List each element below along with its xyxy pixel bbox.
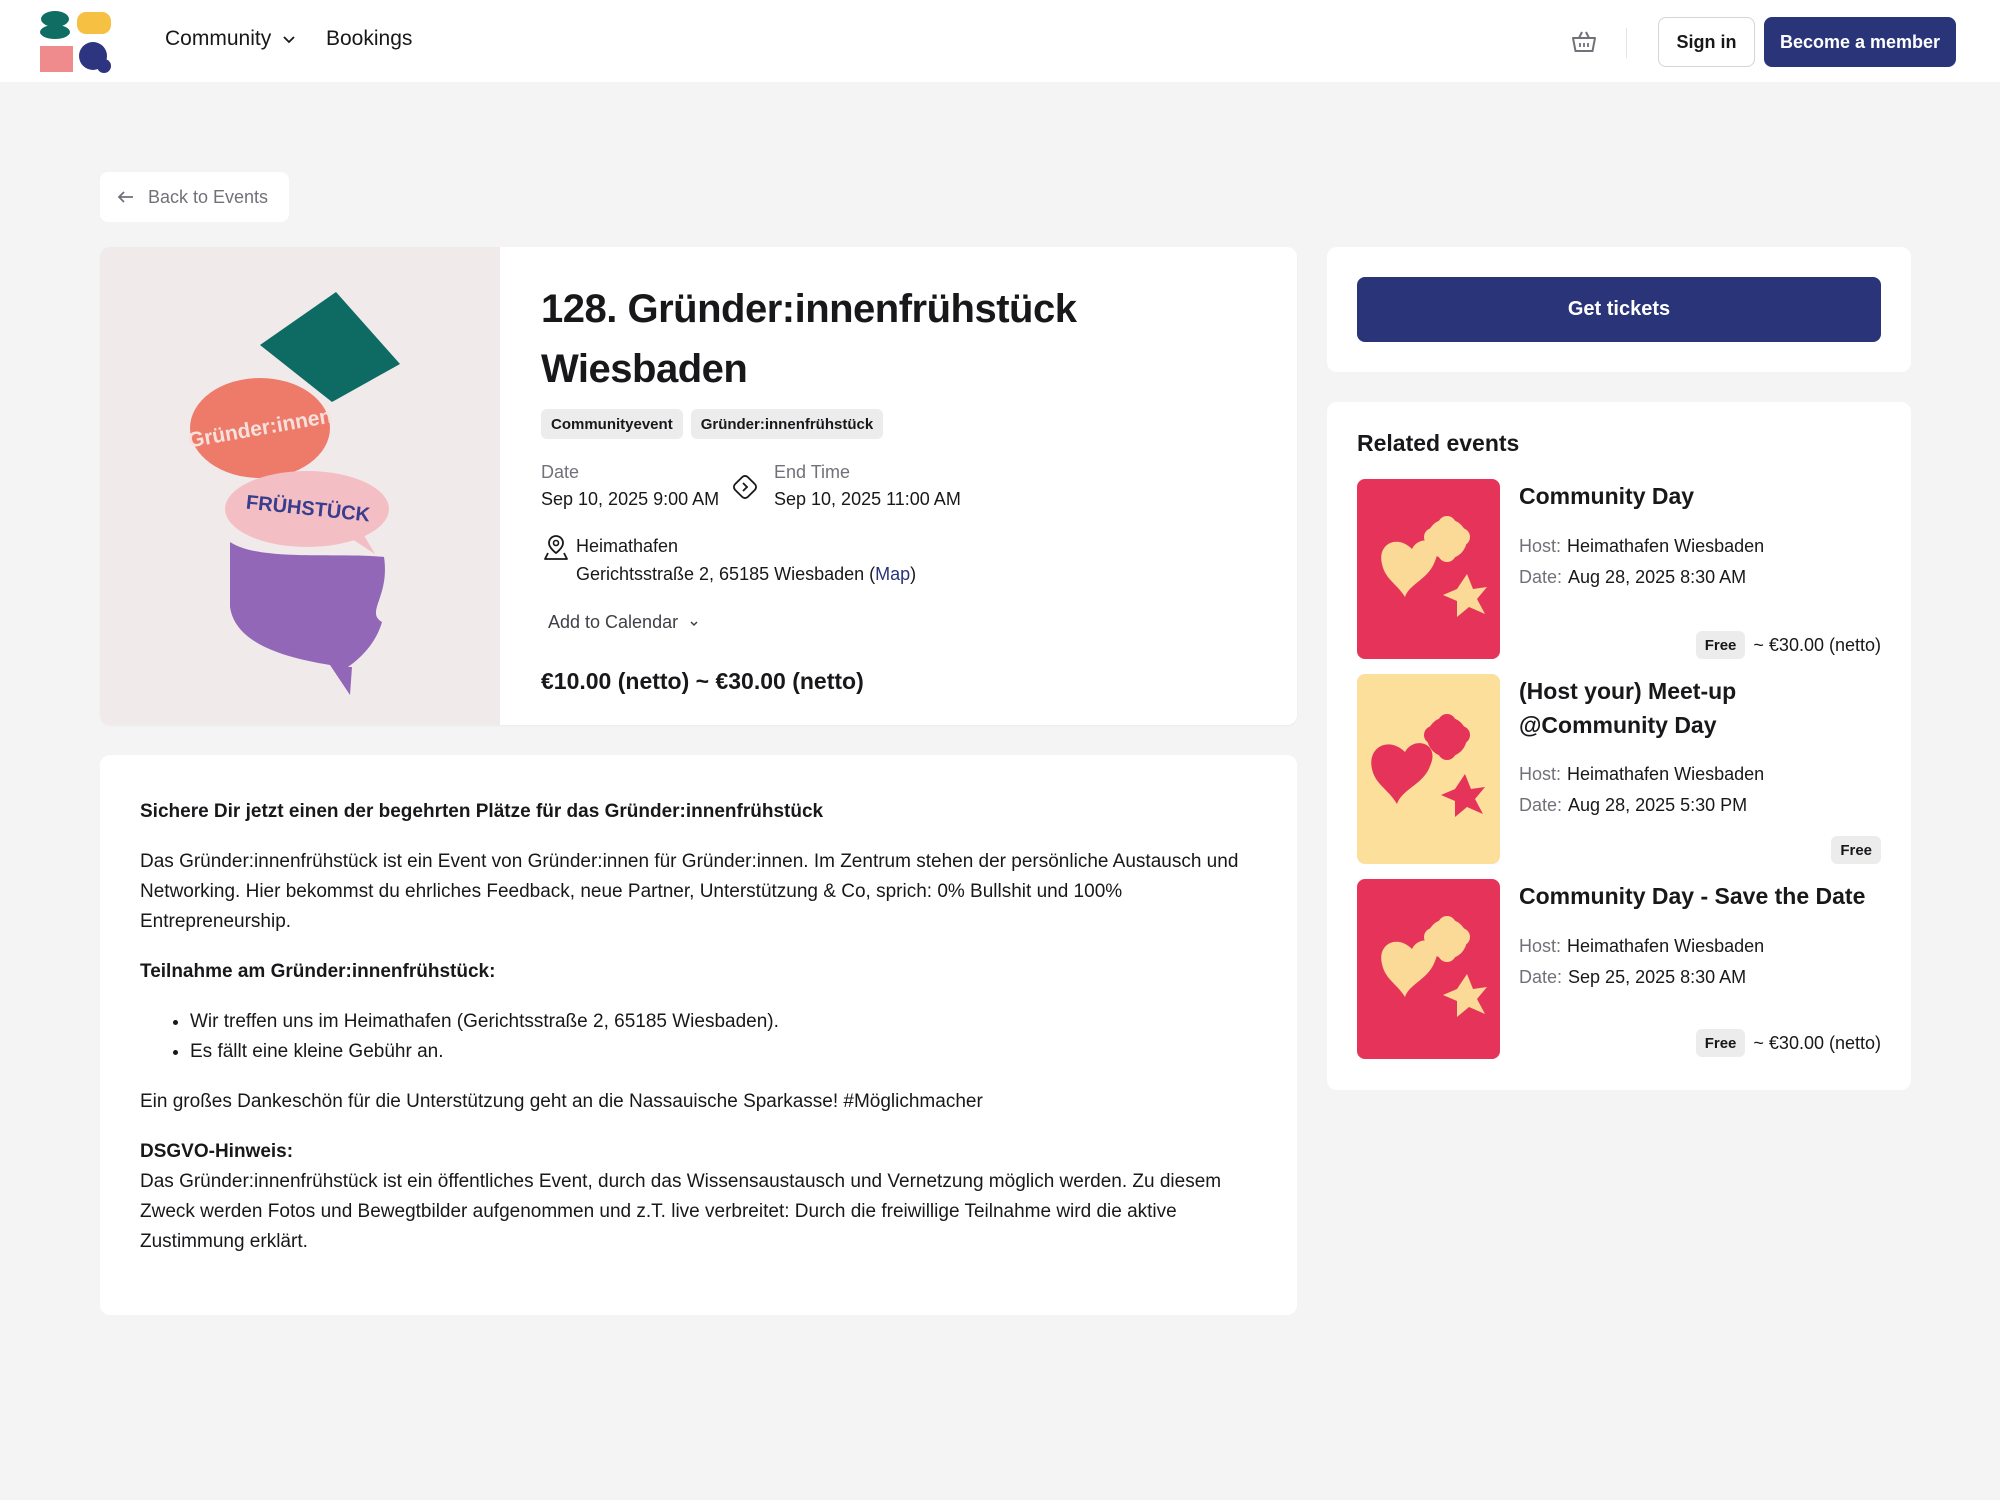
date-key: Date: [1519, 967, 1563, 987]
diamond-arrow-icon [733, 475, 757, 499]
header-divider [1626, 28, 1627, 58]
add-to-calendar-dropdown[interactable]: Add to Calendar [548, 612, 700, 633]
become-member-button[interactable]: Become a member [1764, 17, 1956, 67]
price-value: ~ €30.00 (netto) [1753, 634, 1881, 655]
list-item: Es fällt eine kleine Gebühr an. [190, 1037, 1257, 1067]
free-badge: Free [1831, 836, 1881, 864]
nav-bookings[interactable]: Bookings [326, 27, 412, 51]
related-event-title: (Host your) Meet-up @Community Day [1519, 678, 1737, 738]
end-time-value: Sep 10, 2025 11:00 AM [774, 489, 961, 509]
participation-list: Wir treffen uns im Heimathafen (Gerichts… [190, 1007, 1257, 1067]
location-address: Gerichtsstraße 2, 65185 Wiesbaden (Map) [576, 564, 916, 585]
tag-communityevent[interactable]: Communityevent [541, 409, 683, 439]
free-badge: Free [1695, 631, 1746, 659]
thanks-text: Ein großes Dankeschön für die Unterstütz… [140, 1091, 983, 1112]
list-item: Wir treffen uns im Heimathafen (Gerichts… [190, 1007, 1257, 1037]
event-thumbnail [1357, 674, 1500, 864]
host-value: Heimathafen Wiesbaden [1567, 936, 1765, 956]
chevron-down-icon [283, 36, 295, 44]
nav-community-label: Community [165, 27, 272, 50]
related-events-heading: Related events [1357, 430, 1520, 456]
date-key: Date: [1519, 795, 1563, 815]
description-intro: Das Gründer:innenfrühstück ist ein Event… [140, 851, 1239, 932]
related-events: Related events Community Day Host: Heimat… [1327, 402, 1911, 1090]
related-event-save-the-date[interactable]: Community Day - Save the Date Host: Heima… [1357, 879, 1881, 1059]
related-event-price: Free ~ €30.00 (netto) [1695, 631, 1881, 659]
related-event-title: Community Day - Save the Date [1519, 883, 1866, 909]
chevron-down-icon [690, 620, 698, 626]
related-event-title: Community Day [1519, 483, 1695, 509]
start-date: Date Sep 10, 2025 9:00 AM [541, 462, 719, 510]
host-key: Host: [1519, 536, 1562, 556]
event-thumbnail [1357, 479, 1500, 659]
price-value: ~ €30.00 (netto) [1753, 1032, 1881, 1053]
top-header: Community Bookings Sign in Become a memb… [0, 0, 2000, 82]
add-to-calendar-label: Add to Calendar [548, 612, 679, 632]
get-tickets-button[interactable]: Get tickets [1357, 277, 1881, 342]
end-date: End Time Sep 10, 2025 11:00 AM [774, 462, 961, 510]
related-event-community-day[interactable]: Community Day Host: Heimathafen Wiesbaden… [1357, 479, 1881, 659]
related-event-date: Date: Aug 28, 2025 8:30 AM [1519, 567, 1746, 588]
dsgvo-heading: DSGVO-Hinweis: [140, 1141, 294, 1162]
event-title: 128. Gründer:innenfrühstück Wiesbaden [541, 287, 1077, 391]
related-event-price: Free ~ €30.00 (netto) [1695, 1029, 1881, 1057]
back-label: Back to Events [148, 186, 269, 207]
tickets-card: Get tickets [1327, 247, 1911, 372]
basket-icon[interactable] [1570, 28, 1598, 56]
location-address-close: ) [910, 564, 917, 584]
host-key: Host: [1519, 936, 1562, 956]
event-tags: Communityevent Gründer:innenfrühstück [541, 409, 884, 439]
host-value: Heimathafen Wiesbaden [1567, 764, 1765, 784]
date-value: Sep 10, 2025 9:00 AM [541, 489, 720, 509]
dsgvo-text: Das Gründer:innenfrühstück ist ein öffen… [140, 1171, 1222, 1252]
related-event-host: Host: Heimathafen Wiesbaden [1519, 936, 1764, 957]
back-to-events-button[interactable]: Back to Events [100, 172, 289, 222]
tag-gruenderfruehstueck[interactable]: Gründer:innenfrühstück [690, 409, 884, 439]
location-address-text: Gerichtsstraße 2, 65185 Wiesbaden ( [576, 564, 876, 584]
event-thumbnail [1357, 879, 1500, 1059]
free-badge: Free [1695, 1029, 1746, 1057]
nav-community[interactable]: Community [165, 27, 297, 51]
date-value: Sep 25, 2025 8:30 AM [1568, 967, 1747, 987]
related-event-meetup[interactable]: (Host your) Meet-up @Community Day Host:… [1357, 674, 1881, 864]
arrow-left-icon [117, 191, 133, 203]
related-event-host: Host: Heimathafen Wiesbaden [1519, 536, 1764, 557]
date-key: Date: [1519, 567, 1563, 587]
related-event-price: Free [1831, 836, 1881, 864]
host-value: Heimathafen Wiesbaden [1567, 536, 1765, 556]
location-name: Heimathafen [576, 536, 679, 556]
date-label: Date [541, 462, 580, 482]
related-event-date: Date: Sep 25, 2025 8:30 AM [1519, 967, 1746, 988]
related-event-host: Host: Heimathafen Wiesbaden [1519, 764, 1764, 785]
event-description: Sichere Dir jetzt einen der begehrten Pl… [100, 755, 1297, 1315]
participation-heading: Teilnahme am Gründer:innenfrühstück: [140, 961, 496, 982]
related-event-date: Date: Aug 28, 2025 5:30 PM [1519, 795, 1747, 816]
event-illustration: Gründer:innen FRÜHSTÜCK [186, 292, 400, 695]
map-link[interactable]: Map [875, 564, 910, 584]
location-pin-icon [544, 535, 568, 560]
date-value: Aug 28, 2025 5:30 PM [1568, 795, 1748, 815]
event-card: Gründer:innen FRÜHSTÜCK 128. Gründer:inn… [100, 247, 1297, 725]
event-price: €10.00 (netto) ~ €30.00 (netto) [541, 668, 864, 694]
sign-in-button[interactable]: Sign in [1658, 17, 1755, 67]
host-key: Host: [1519, 764, 1562, 784]
description-heading: Sichere Dir jetzt einen der begehrten Pl… [140, 801, 824, 822]
event-image: Gründer:innen FRÜHSTÜCK [100, 247, 500, 725]
end-time-label: End Time [774, 462, 851, 482]
date-value: Aug 28, 2025 8:30 AM [1568, 567, 1747, 587]
brand-logo[interactable] [38, 10, 112, 74]
